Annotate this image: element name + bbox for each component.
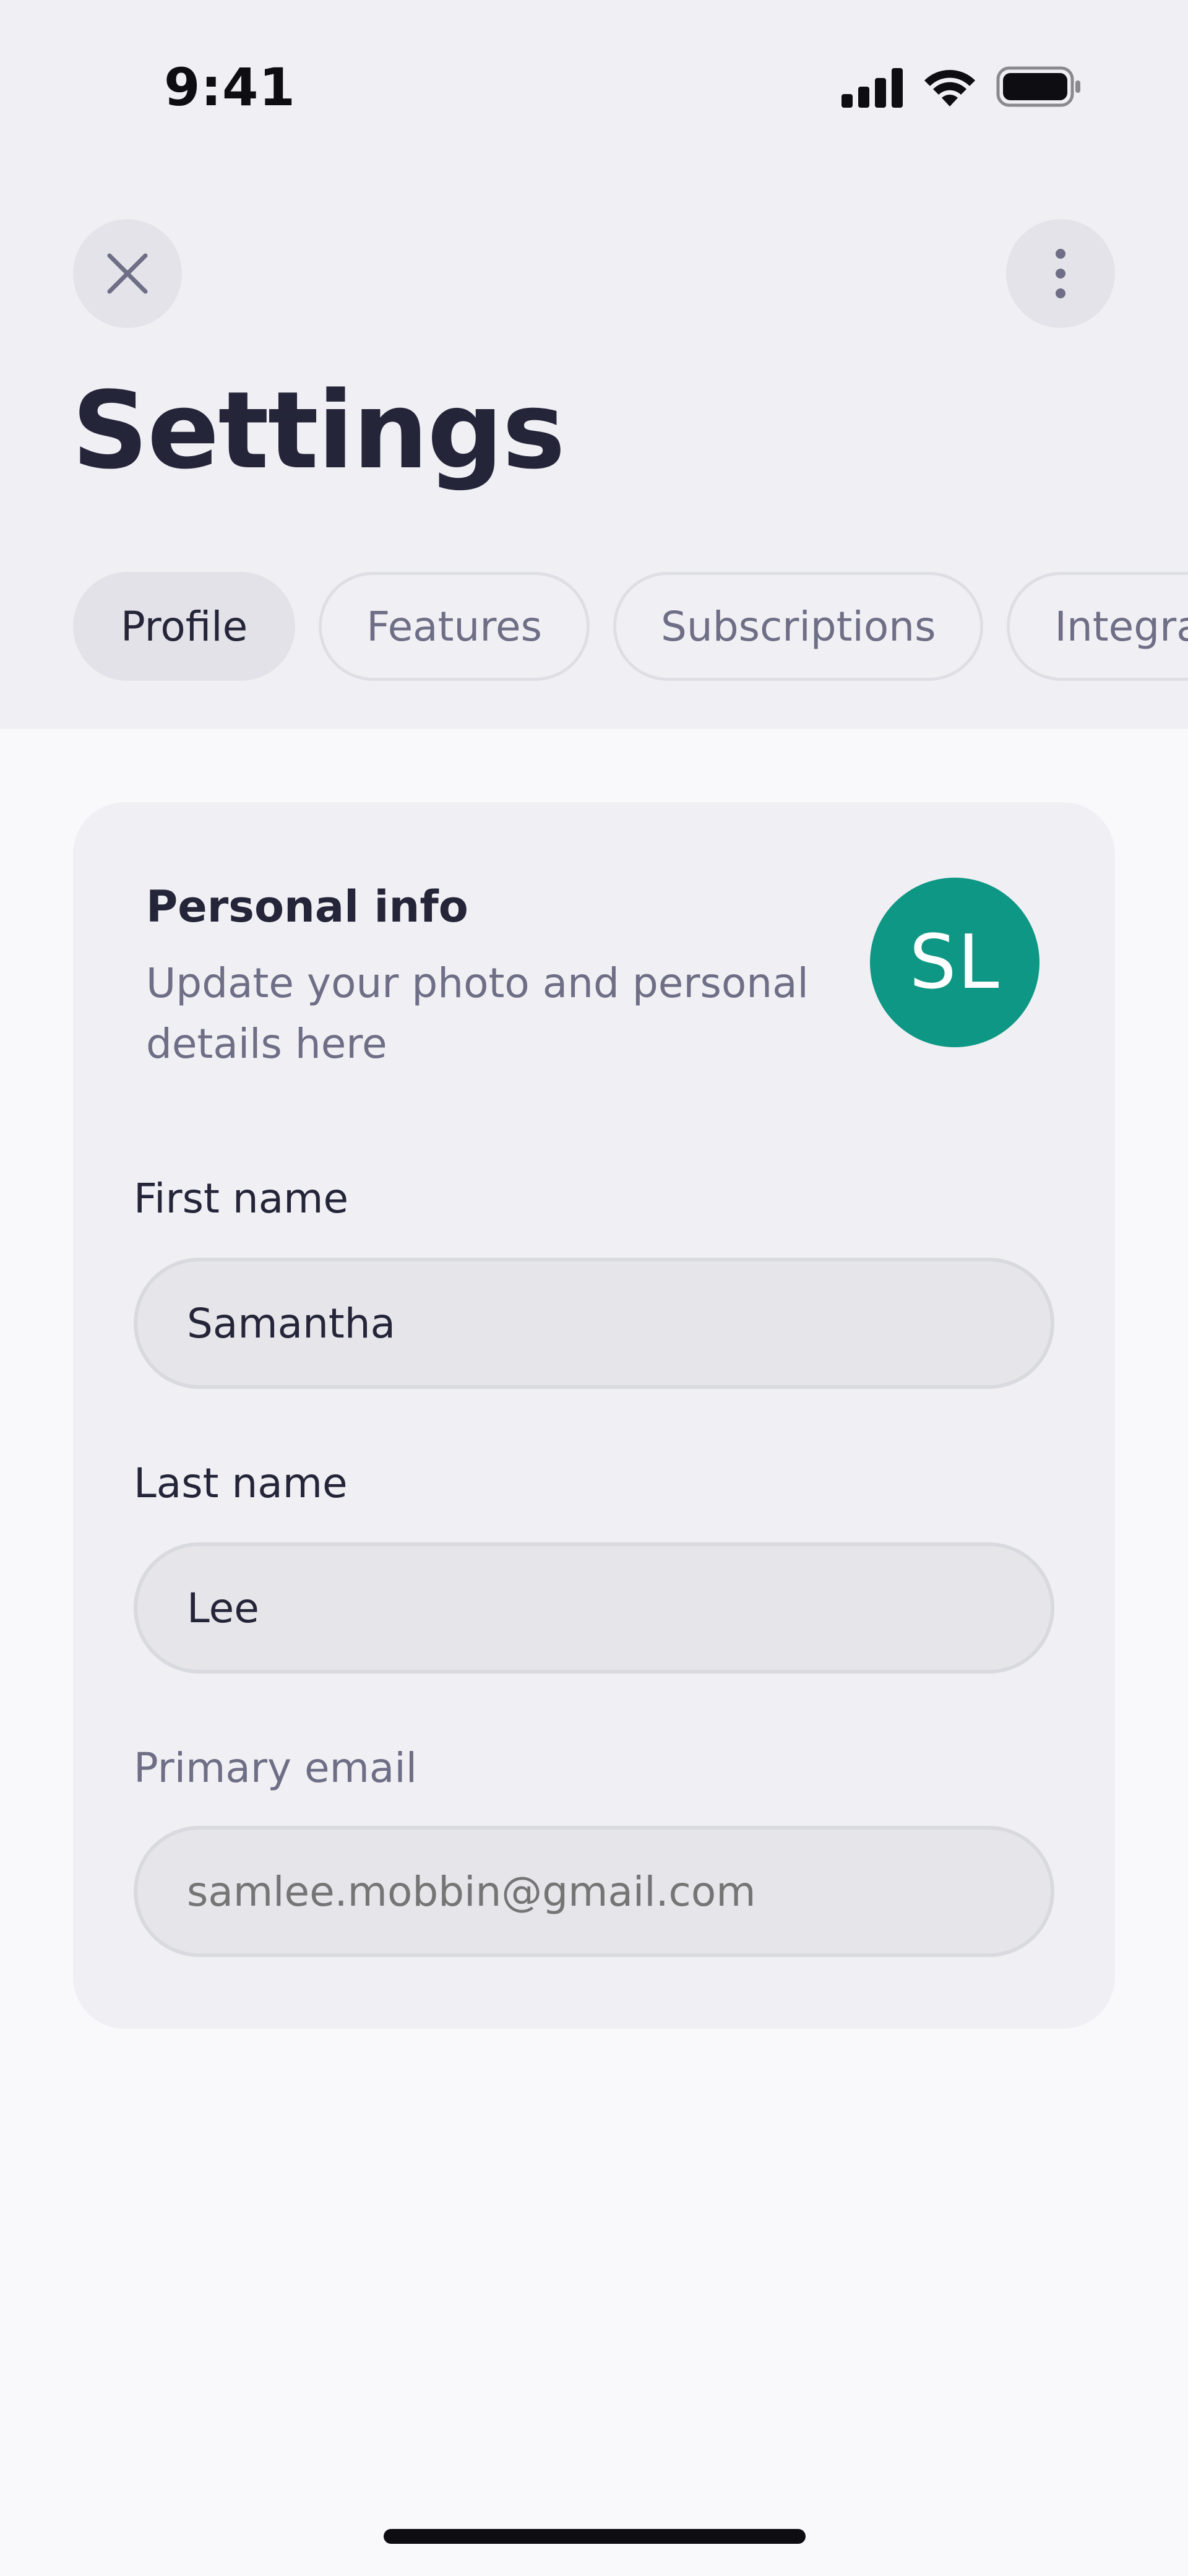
last-name-input[interactable] [134, 1542, 1054, 1674]
close-icon [107, 253, 148, 294]
settings-screen: 9:41 Settings Profile Features Subscript… [0, 0, 1188, 2576]
first-name-input[interactable] [134, 1258, 1054, 1389]
tab-bar: ProfileFeaturesSubscriptionsIntegrations [73, 572, 1188, 681]
personal-info-card: Personal info Update your photo and pers… [73, 802, 1115, 2029]
battery-icon [996, 66, 1080, 107]
header: 9:41 Settings Profile Features Subscript… [0, 0, 1188, 729]
status-time: 9:41 [164, 57, 296, 118]
tab-profile[interactable]: Profile [73, 572, 296, 681]
wifi-icon [924, 70, 975, 106]
more-vertical-icon [1056, 249, 1065, 298]
status-icons [842, 63, 1089, 113]
cellular-signal-icon [842, 68, 903, 108]
primary-email-input [134, 1826, 1054, 1957]
card-subtitle: Update your photo and personal details h… [146, 959, 809, 1068]
first-name-label: First name [134, 1175, 349, 1222]
card-title: Personal info [146, 881, 468, 932]
more-options-button[interactable] [1006, 219, 1115, 328]
tab-features[interactable]: Features [319, 572, 590, 681]
page-title: Settings [72, 368, 566, 493]
last-name-label: Last name [134, 1459, 348, 1507]
primary-email-label: Primary email [134, 1744, 418, 1792]
tab-integrations[interactable]: Integrations [1007, 572, 1188, 681]
status-bar: 9:41 [0, 0, 1188, 136]
home-indicator [384, 2529, 806, 2544]
avatar[interactable]: SL [870, 878, 1040, 1047]
close-button[interactable] [73, 219, 182, 328]
tab-subscriptions[interactable]: Subscriptions [613, 572, 984, 681]
avatar-initials: SL [909, 919, 1001, 1006]
